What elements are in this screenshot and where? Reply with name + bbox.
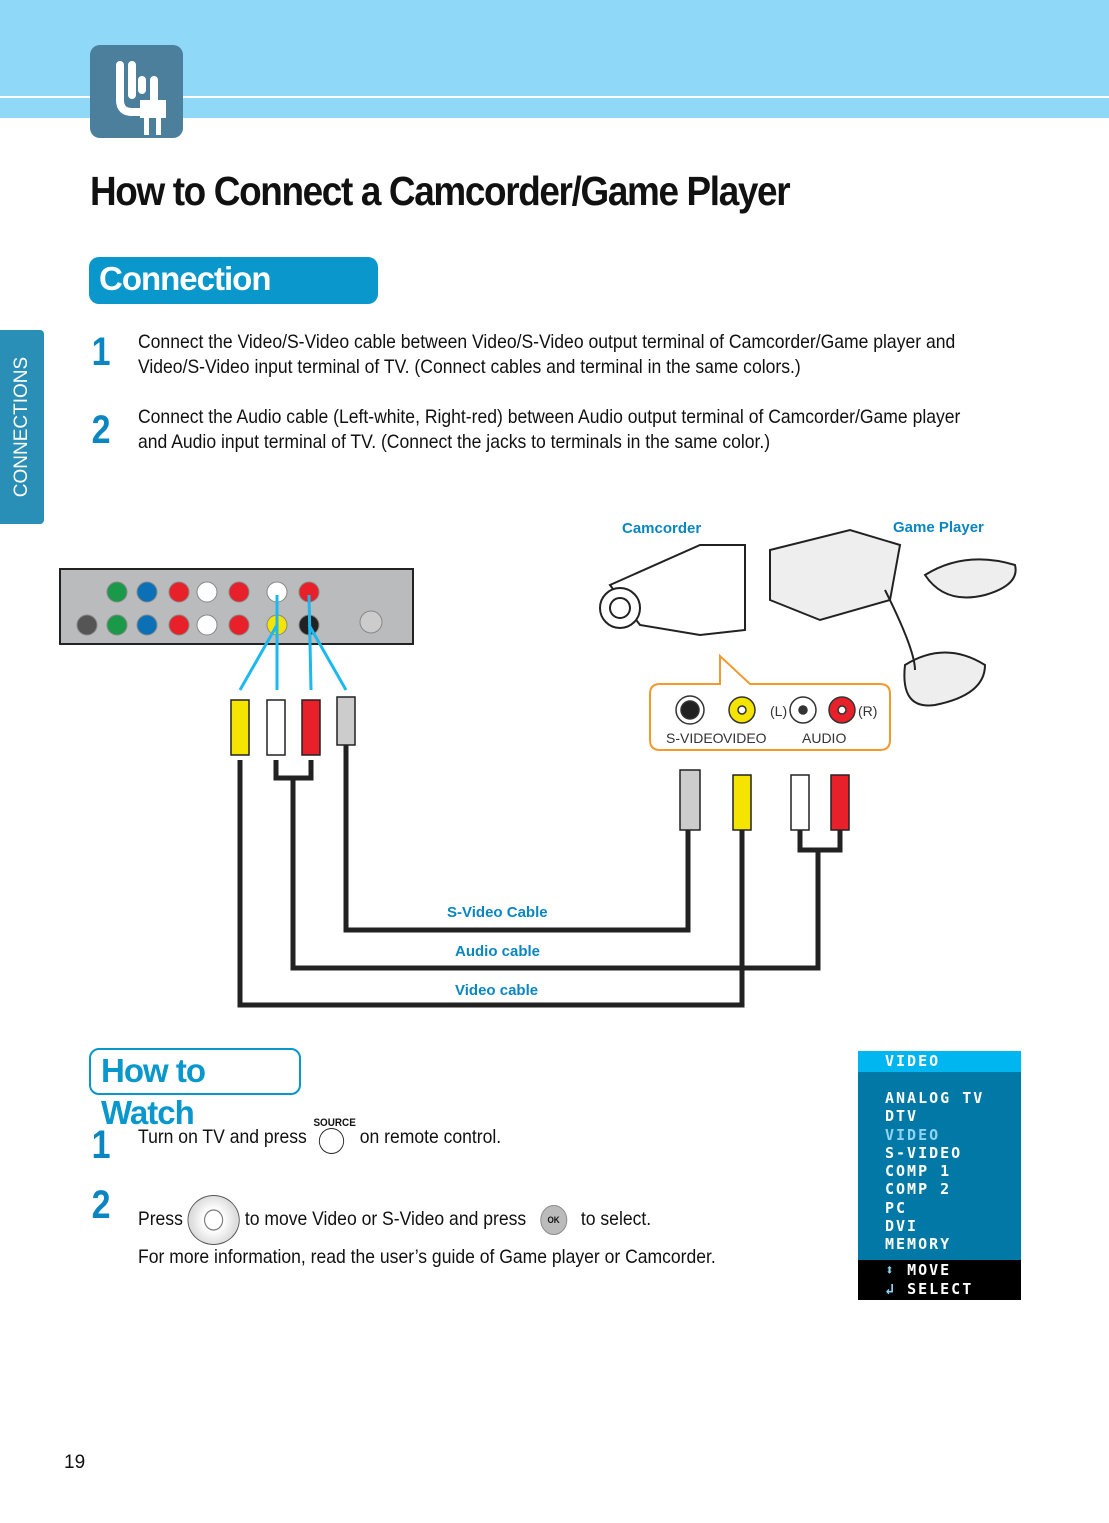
enter-arrow-icon: ↲: [885, 1280, 897, 1298]
svideo-port-label: S-VIDEO: [666, 730, 724, 746]
watch-note: For more information, read the user’s gu…: [138, 1246, 716, 1268]
svideo-cable-label: S-Video Cable: [447, 904, 548, 921]
source-button: SOURCE: [312, 1117, 356, 1156]
game-player-label: Game Player: [893, 519, 984, 536]
osd-item[interactable]: ANALOG TV: [885, 1089, 1021, 1107]
watch-step-1: Turn on TV and press SOURCE on remote co…: [138, 1117, 501, 1156]
camcorder-label: Camcorder: [622, 520, 701, 537]
right-label: (R): [858, 703, 877, 719]
osd-item[interactable]: DVI: [885, 1217, 1021, 1235]
up-down-arrow-icon: ⬍: [885, 1261, 897, 1279]
osd-item[interactable]: PC: [885, 1199, 1021, 1217]
game-player-icon: [769, 528, 1017, 707]
osd-title: VIDEO: [858, 1051, 1021, 1072]
osd-item[interactable]: DTV: [885, 1107, 1021, 1125]
page-number: 19: [64, 1452, 86, 1473]
osd-move-hint: MOVE: [907, 1261, 952, 1279]
directional-pad-icon: [187, 1195, 240, 1245]
camcorder-icon: [599, 544, 746, 637]
osd-select-hint: SELECT: [907, 1280, 974, 1298]
ok-button-icon: OK: [540, 1205, 568, 1235]
video-port-label: VIDEO: [723, 730, 767, 746]
osd-item[interactable]: COMP 1: [885, 1162, 1021, 1180]
left-label: (L): [770, 703, 787, 719]
audio-port-label: AUDIO: [802, 730, 846, 746]
osd-item[interactable]: S-VIDEO: [885, 1144, 1021, 1162]
osd-item[interactable]: COMP 2: [885, 1180, 1021, 1198]
osd-source-menu: VIDEO ANALOG TV DTV VIDEO S-VIDEO COMP 1…: [858, 1051, 1021, 1300]
osd-item[interactable]: MEMORY: [885, 1235, 1021, 1253]
step-number: 1: [91, 1123, 111, 1167]
tv-back-panel: [59, 568, 414, 645]
video-cable-label: Video cable: [455, 982, 538, 999]
step-number: 2: [91, 1183, 111, 1227]
osd-item-selected[interactable]: VIDEO: [885, 1126, 1021, 1144]
audio-cable-label: Audio cable: [455, 943, 540, 960]
watch-step-2: Press to move Video or S-Video and press…: [138, 1195, 651, 1245]
how-to-watch-heading: How to Watch: [89, 1048, 301, 1131]
